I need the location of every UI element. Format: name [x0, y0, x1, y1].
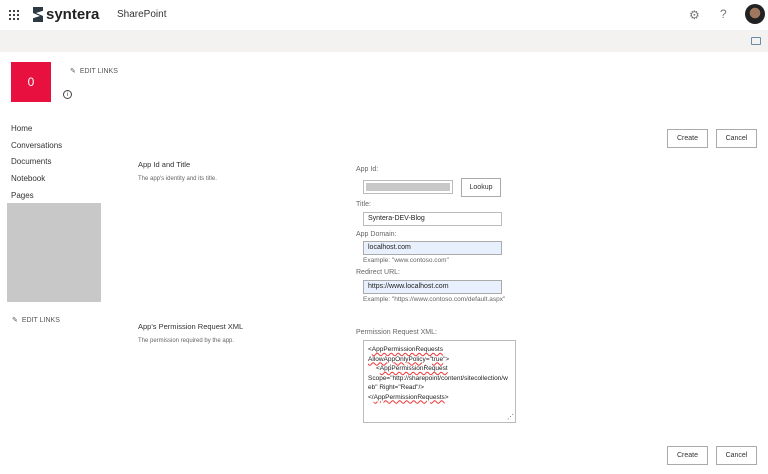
- app-domain-label: App Domain:: [356, 231, 397, 238]
- section-description: The app's identity and its title.: [138, 176, 217, 182]
- section-description: The permission required by the app.: [138, 338, 235, 344]
- brand-logo[interactable]: syntera: [33, 6, 99, 23]
- xml-text: AllowAppOnlyPolicy: [368, 355, 426, 363]
- app-domain-input[interactable]: localhost.com: [363, 241, 502, 255]
- create-button-bottom[interactable]: Create: [667, 446, 708, 465]
- top-bar: [0, 0, 768, 30]
- nav-item-conversations[interactable]: Conversations: [11, 141, 62, 150]
- edit-links-label: EDIT LINKS: [79, 67, 118, 75]
- avatar[interactable]: [745, 4, 765, 24]
- top-edit-links[interactable]: ✎ EDIT LINKS: [70, 67, 118, 76]
- xml-text: AppPermissionRequests: [371, 346, 443, 353]
- waffle-icon[interactable]: [9, 10, 19, 20]
- resize-grip-icon[interactable]: ⋰: [507, 413, 514, 423]
- nav-item-home[interactable]: Home: [11, 124, 32, 133]
- nav-item-documents[interactable]: Documents: [11, 157, 51, 166]
- brand-name: syntera: [46, 6, 100, 23]
- app-name[interactable]: SharePoint: [117, 9, 166, 20]
- site-logo-tile[interactable]: 0: [11, 62, 51, 102]
- title-input[interactable]: Syntera-DEV-Blog: [363, 212, 502, 226]
- nav-edit-links[interactable]: ✎ EDIT LINKS: [12, 316, 60, 325]
- xml-text: Scope="http://sharepoint/content/sitecol…: [368, 374, 508, 392]
- gear-icon[interactable]: ⚙: [689, 8, 700, 22]
- pencil-icon: ✎: [12, 317, 18, 324]
- app-id-input[interactable]: [363, 180, 453, 194]
- app-id-label: App Id:: [356, 166, 379, 173]
- nav-item-notebook[interactable]: Notebook: [11, 174, 45, 183]
- title-label: Title:: [356, 201, 371, 208]
- section-title: App Id and Title: [138, 160, 191, 169]
- syntera-logo-icon: [33, 7, 43, 22]
- edit-links-label: EDIT LINKS: [21, 316, 60, 324]
- redirect-url-input[interactable]: https://www.localhost.com: [363, 280, 502, 294]
- redirect-url-example: Example: "https://www.contoso.com/defaul…: [363, 296, 506, 303]
- redirect-url-label: Redirect URL:: [356, 269, 400, 276]
- xml-text: AppPermissionRequests: [373, 393, 445, 401]
- command-bar: [0, 30, 768, 52]
- xml-text: ">: [443, 355, 450, 363]
- redacted-value: [366, 183, 450, 191]
- cancel-button-bottom[interactable]: Cancel: [716, 446, 757, 465]
- nav-item-pages[interactable]: Pages: [11, 191, 34, 200]
- info-icon[interactable]: i: [63, 90, 72, 99]
- permission-xml-label: Permission Request XML:: [356, 329, 437, 336]
- xml-text: AppPermissionRequest: [379, 365, 448, 372]
- pencil-icon: ✎: [70, 68, 76, 75]
- app-domain-example: Example: "www.contoso.com": [363, 257, 449, 264]
- xml-text: true: [431, 355, 444, 363]
- create-button-top[interactable]: Create: [667, 129, 708, 148]
- cancel-button-top[interactable]: Cancel: [716, 129, 757, 148]
- lookup-button[interactable]: Lookup: [461, 178, 501, 197]
- nav-image-placeholder: [7, 203, 101, 302]
- focus-mode-icon[interactable]: [751, 37, 761, 45]
- xml-text: >: [444, 393, 449, 401]
- section-title: App's Permission Request XML: [138, 322, 244, 331]
- permission-xml-textarea[interactable]: <AppPermissionRequests AllowAppOnlyPolic…: [363, 340, 516, 423]
- help-icon[interactable]: ?: [720, 7, 727, 21]
